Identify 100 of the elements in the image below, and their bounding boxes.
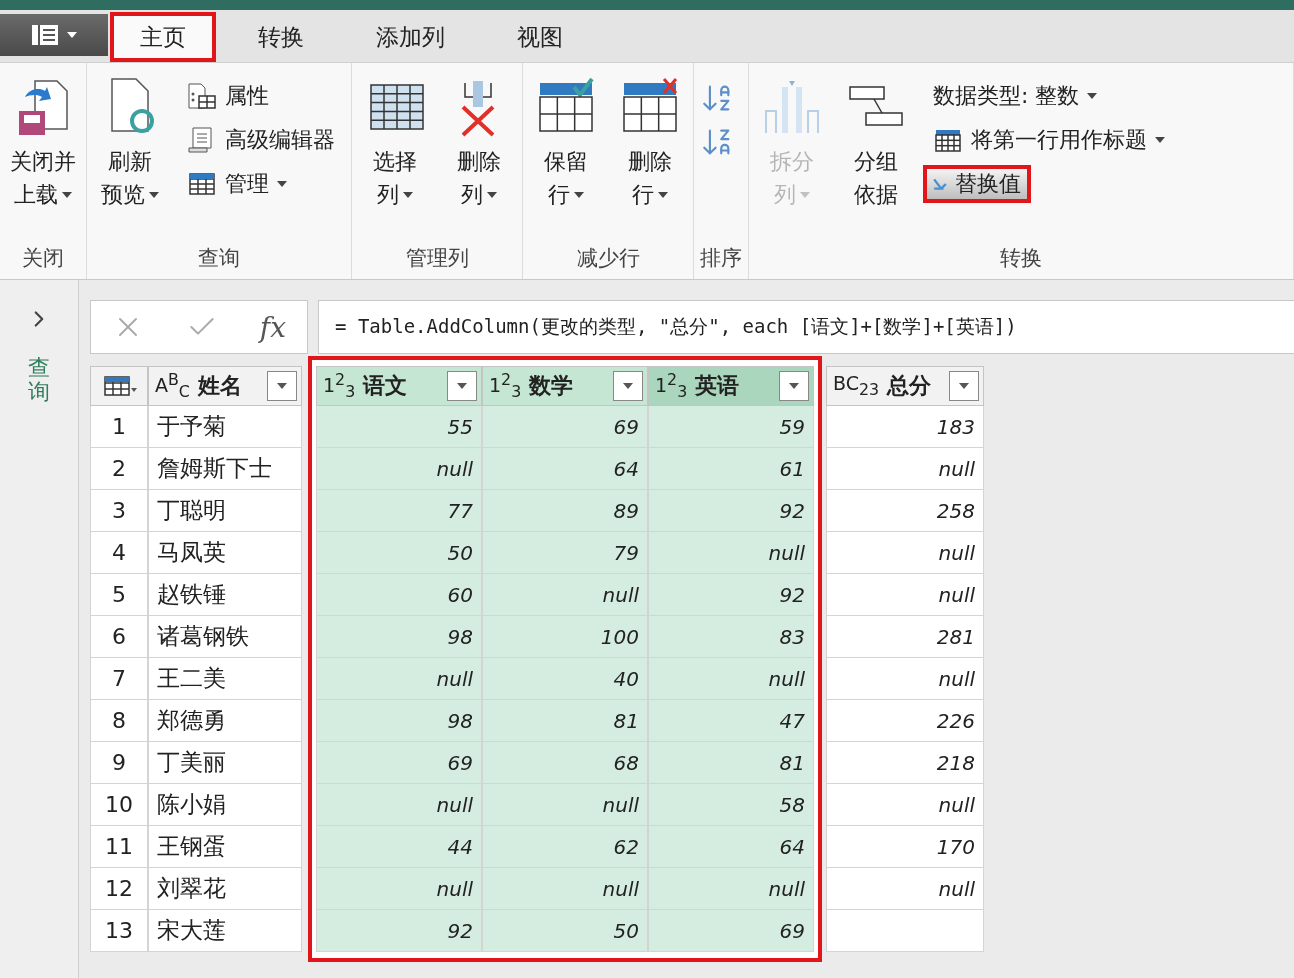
row-number: 4 <box>90 532 148 574</box>
column-header[interactable]: 1$^{2}$$_{3}$ 数学 <box>482 366 648 406</box>
table-cell: 98 <box>316 616 482 658</box>
column-name: 姓名 <box>197 372 243 400</box>
table-cell: 宋大莲 <box>148 910 302 952</box>
caret-icon <box>658 191 668 198</box>
filter-dropdown[interactable] <box>779 371 809 401</box>
ribbon-button[interactable]: 管理 <box>177 165 297 203</box>
filter-dropdown[interactable] <box>949 371 979 401</box>
ribbon-button[interactable]: 高级编辑器 <box>177 121 345 159</box>
table-cell: null <box>648 532 814 574</box>
caret-icon <box>277 181 287 187</box>
table-cell: 王钢蛋 <box>148 826 302 868</box>
row-number: 6 <box>90 616 148 658</box>
row-number: 10 <box>90 784 148 826</box>
table-cell: 92 <box>648 574 814 616</box>
table-cell: null <box>316 658 482 700</box>
column-header[interactable]: 1$^{2}$$_{3}$ 英语 <box>648 366 814 406</box>
table-cell: 詹姆斯下士 <box>148 448 302 490</box>
ribbon-button[interactable]: 替换值 <box>923 165 1031 203</box>
ribbon-tab[interactable]: 主页 <box>110 12 216 62</box>
table-cell: 98 <box>316 700 482 742</box>
filter-dropdown[interactable] <box>447 371 477 401</box>
column-header[interactable]: A$^{B}$$_{C}$ 姓名 <box>148 366 302 406</box>
group-label: 减少行 <box>575 245 641 272</box>
table-cell: 69 <box>648 910 814 952</box>
table-cell: 50 <box>316 532 482 574</box>
table-cell: 郑德勇 <box>148 700 302 742</box>
caret-icon <box>789 383 799 389</box>
ribbon-button[interactable]: 分组 依据 <box>839 77 913 237</box>
table-cell: 79 <box>482 532 648 574</box>
ribbon-button[interactable]: 关闭并 上载 <box>6 77 80 237</box>
table-cell: 92 <box>316 910 482 952</box>
caret-icon <box>1155 137 1165 143</box>
caret-icon <box>149 191 159 198</box>
ribbon-tab[interactable]: 添加列 <box>346 12 475 62</box>
caret-icon <box>623 383 633 389</box>
ribbon-button[interactable]: 将第一行用作标题 <box>923 121 1175 159</box>
table-cell: 281 <box>826 616 984 658</box>
table-cell: 258 <box>826 490 984 532</box>
table-cell: null <box>826 658 984 700</box>
ribbon-button[interactable]: 属性 <box>177 77 279 115</box>
table-cell: 40 <box>482 658 648 700</box>
ribbon-tab[interactable]: 视图 <box>487 12 593 62</box>
row-number: 1 <box>90 406 148 448</box>
queries-label[interactable]: 查询 <box>28 356 50 405</box>
ribbon-button[interactable]: 删除 列 <box>442 77 516 237</box>
table-cell: 于予菊 <box>148 406 302 448</box>
table-cell: 陈小娟 <box>148 784 302 826</box>
table-cell: null <box>316 868 482 910</box>
caret-icon <box>487 191 497 198</box>
fx-label[interactable]: fx <box>259 310 286 344</box>
table-icon <box>103 374 137 398</box>
ribbon-tab[interactable]: 转换 <box>228 12 334 62</box>
table-cell: 89 <box>482 490 648 532</box>
table-cell: 69 <box>316 742 482 784</box>
caret-icon <box>62 191 72 198</box>
table-cell: null <box>826 868 984 910</box>
table-cell: 64 <box>482 448 648 490</box>
table-cell: 61 <box>648 448 814 490</box>
column-name: 英语 <box>695 372 741 400</box>
table-cell: 170 <box>826 826 984 868</box>
caret-icon <box>574 191 584 198</box>
filter-dropdown[interactable] <box>613 371 643 401</box>
row-number: 11 <box>90 826 148 868</box>
ribbon-button[interactable]: 删除 行 <box>613 77 687 237</box>
ribbon-button[interactable]: 数据类型: 整数 <box>923 77 1108 115</box>
table-cell: null <box>826 448 984 490</box>
formula-field[interactable]: = Table.AddColumn(更改的类型, "总分", each [语文]+[数学]+[英语]) <box>318 300 1294 354</box>
table-cell: 丁美丽 <box>148 742 302 784</box>
table-menu-button[interactable] <box>90 366 148 406</box>
table-cell: 马凤英 <box>148 532 302 574</box>
column-name: 语文 <box>363 372 409 400</box>
table-cell: null <box>648 658 814 700</box>
caret-icon <box>800 191 810 198</box>
table-cell: null <box>826 574 984 616</box>
table-cell: 赵铁锤 <box>148 574 302 616</box>
table-cell: null <box>482 574 648 616</box>
ribbon-button[interactable]: 选择 列 <box>358 77 432 237</box>
caret-icon <box>67 32 77 38</box>
row-number: 12 <box>90 868 148 910</box>
menu-icon <box>31 24 59 46</box>
table-cell: 刘翠花 <box>148 868 302 910</box>
table-cell: 47 <box>648 700 814 742</box>
file-menu-button[interactable] <box>0 14 108 56</box>
column-header[interactable]: BC$_{23}$ 总分 <box>826 366 984 406</box>
group-label: 管理列 <box>404 245 470 272</box>
filter-dropdown[interactable] <box>267 371 297 401</box>
column-header[interactable]: 1$^{2}$$_{3}$ 语文 <box>316 366 482 406</box>
table-cell: 诸葛钢铁 <box>148 616 302 658</box>
ribbon-button[interactable]: 刷新 预览 <box>93 77 167 237</box>
caret-icon <box>457 383 467 389</box>
table-cell: 60 <box>316 574 482 616</box>
type-mark: BC$_{23}$ <box>833 374 880 398</box>
ribbon-button[interactable]: 保留 行 <box>529 77 603 237</box>
column-name: 总分 <box>887 372 933 400</box>
table-cell: 81 <box>648 742 814 784</box>
table-cell: 68 <box>482 742 648 784</box>
table-cell: 218 <box>826 742 984 784</box>
row-number: 13 <box>90 910 148 952</box>
